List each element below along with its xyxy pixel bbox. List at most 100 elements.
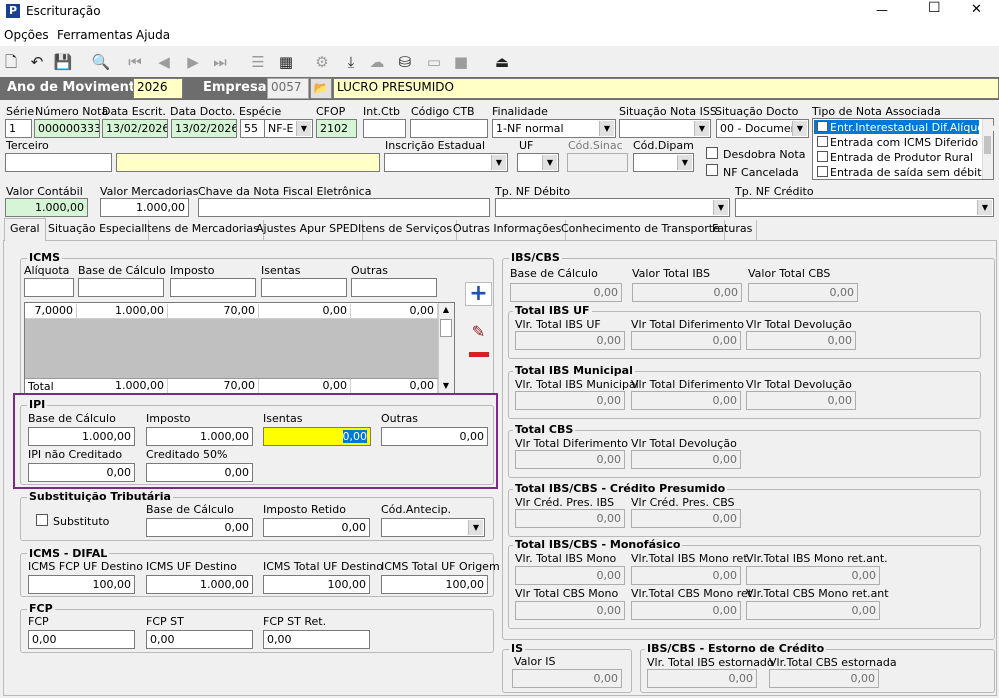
remove-icon[interactable] [469, 352, 489, 357]
minimize-button[interactable]: — [876, 4, 888, 17]
ibs-uf-v3[interactable]: 0,00 [746, 331, 856, 350]
chevron-down-icon[interactable]: ▼ [792, 121, 807, 136]
cfop-field[interactable]: 2102 [316, 119, 357, 138]
menu-ajuda[interactable]: Ajuda [136, 29, 170, 42]
is-field[interactable]: 0,00 [512, 669, 622, 688]
scroll-down-icon[interactable]: ▼ [438, 379, 454, 393]
tab-geral[interactable]: Geral [4, 218, 46, 241]
ipi-outras-field[interactable]: 0,00 [381, 427, 488, 446]
ipi-creditado50-field[interactable]: 0,00 [146, 463, 253, 482]
ibscbs-cbs-field[interactable]: 0,00 [748, 283, 858, 302]
fcp-st-field[interactable]: 0,00 [146, 630, 253, 649]
first-icon[interactable]: ⏮ [125, 52, 145, 72]
difal-fcp-field[interactable]: 100,00 [28, 575, 135, 594]
icms-scroll-thumb[interactable] [440, 319, 452, 337]
tab-itens-mercadorias[interactable]: Itens de Mercadorias [140, 220, 264, 240]
tipo-nota-scroll-thumb[interactable] [984, 136, 991, 154]
icms-outras-input[interactable] [351, 278, 437, 297]
mono-v3[interactable]: 0,00 [746, 566, 880, 585]
situacao-iss-select[interactable]: ▼ [619, 119, 711, 138]
serie-field[interactable]: 1 [5, 119, 32, 138]
prev-icon[interactable]: ◀ [154, 52, 174, 72]
mono-v1[interactable]: 0,00 [515, 566, 625, 585]
situacao-docto-select[interactable]: 00 - Document ▼ [716, 119, 809, 138]
fcp-stret-field[interactable]: 0,00 [263, 630, 370, 649]
tipo-nota-item-1[interactable]: Entrada com ICMS Diferido [830, 136, 978, 149]
ibscbs-ibs-field[interactable]: 0,00 [632, 283, 742, 302]
finalidade-select[interactable]: 1-NF normal ▼ [492, 119, 616, 138]
ipi-base-field[interactable]: 1.000,00 [28, 427, 135, 446]
calculator-icon[interactable]: ▦ [276, 52, 296, 72]
mono-v5[interactable]: 0,00 [631, 601, 741, 620]
menu-opcoes[interactable]: Opções [4, 29, 49, 42]
desdobra-checkbox[interactable] [706, 147, 718, 159]
save-icon[interactable]: 💾 [53, 52, 73, 72]
ano-field[interactable]: 2026 [133, 78, 183, 99]
tab-conhecimento-transporte[interactable]: Conhecimento de Transporte [557, 220, 725, 240]
chevron-down-icon[interactable]: ▼ [296, 121, 311, 136]
valor-contabil-field[interactable]: 1.000,00 [5, 198, 88, 217]
ipi-isentas-field[interactable]: 0,00 [263, 427, 371, 446]
icms-aliquota-input[interactable] [24, 278, 74, 297]
estorno-v2[interactable]: 0,00 [769, 669, 879, 688]
import-icon[interactable]: ⤓ [341, 52, 361, 72]
tipo-nota-checkbox-1[interactable] [817, 136, 828, 147]
ipi-nao-creditado-field[interactable]: 0,00 [28, 463, 135, 482]
preview-icon[interactable]: 🔍 [91, 52, 111, 72]
codsinac-field[interactable] [567, 153, 628, 172]
mono-v2[interactable]: 0,00 [631, 566, 741, 585]
cloud-icon[interactable]: ☁ [367, 52, 387, 72]
chevron-down-icon[interactable]: ▼ [977, 200, 992, 215]
icms-base-input[interactable] [78, 278, 164, 297]
cp-v1[interactable]: 0,00 [515, 509, 625, 528]
empresa-code[interactable]: 0057 [267, 78, 309, 99]
icms-isentas-input[interactable] [261, 278, 347, 297]
folder-icon[interactable]: 📂 [310, 78, 332, 99]
ibs-mun-v1[interactable]: 0,00 [515, 391, 625, 410]
chevron-down-icon[interactable]: ▼ [713, 200, 728, 215]
tab-situacao-especial[interactable]: Situação Especial [44, 220, 150, 240]
mono-v6[interactable]: 0,00 [746, 601, 880, 620]
fcp-field[interactable]: 0,00 [28, 630, 135, 649]
cp-v2[interactable]: 0,00 [631, 509, 741, 528]
ipi-imposto-field[interactable]: 1.000,00 [146, 427, 253, 446]
chevron-down-icon[interactable]: ▼ [491, 155, 506, 170]
tab-faturas[interactable]: Faturas [708, 220, 758, 240]
especie-code-field[interactable]: 55 [240, 119, 265, 138]
numero-field[interactable]: 0000003333 [34, 119, 100, 138]
scroll-up-icon[interactable]: ▲ [438, 303, 454, 317]
next-icon[interactable]: ▶ [183, 52, 203, 72]
maximize-button[interactable]: ☐ [928, 1, 941, 15]
cbs-v1[interactable]: 0,00 [515, 450, 625, 469]
ibscbs-base-field[interactable]: 0,00 [510, 283, 622, 302]
tab-ajustes-apur-sped[interactable]: Ajustes Apur SPED [252, 220, 364, 240]
tipo-nota-item-2[interactable]: Entrada de Produtor Rural [830, 151, 973, 164]
chevron-down-icon[interactable]: ▼ [468, 520, 483, 535]
ibs-mun-v3[interactable]: 0,00 [746, 391, 856, 410]
tipo-nota-item-3[interactable]: Entrada de saída sem débito [830, 166, 988, 179]
difal-uf-dest-field[interactable]: 1.000,00 [146, 575, 253, 594]
chevron-down-icon[interactable]: ▼ [542, 155, 557, 170]
tools-icon[interactable]: ⚙ [312, 52, 332, 72]
difal-total-dest-field[interactable]: 100,00 [263, 575, 370, 594]
codctb-field[interactable] [410, 119, 488, 138]
tab-outras-informacoes[interactable]: Outras Informações [449, 220, 567, 240]
chevron-down-icon[interactable]: ▼ [599, 121, 614, 136]
new-icon[interactable]: 🗋 [1, 52, 21, 72]
uf-select[interactable]: ▼ [517, 153, 559, 172]
ibs-uf-v1[interactable]: 0,00 [515, 331, 625, 350]
st-base-field[interactable]: 0,00 [146, 518, 253, 537]
close-button[interactable]: ✕ [971, 3, 982, 16]
data-escrit-field[interactable]: 13/02/2026 [102, 119, 168, 138]
ibs-uf-v2[interactable]: 0,00 [631, 331, 741, 350]
intctb-field[interactable] [363, 119, 406, 138]
valor-merc-field[interactable]: 1.000,00 [100, 198, 189, 217]
exit-icon[interactable]: ⏏ [492, 52, 512, 72]
inscricao-select[interactable]: ▼ [384, 153, 508, 172]
especie-select[interactable]: NF-E ▼ [264, 119, 313, 138]
undo-icon[interactable]: ↶ [27, 52, 47, 72]
tipo-nota-checkbox-2[interactable] [817, 151, 828, 162]
menu-ferramentas[interactable]: Ferramentas [57, 29, 133, 42]
st-antecip-select[interactable]: ▼ [381, 518, 485, 537]
coddipam-select[interactable]: ▼ [633, 153, 694, 172]
